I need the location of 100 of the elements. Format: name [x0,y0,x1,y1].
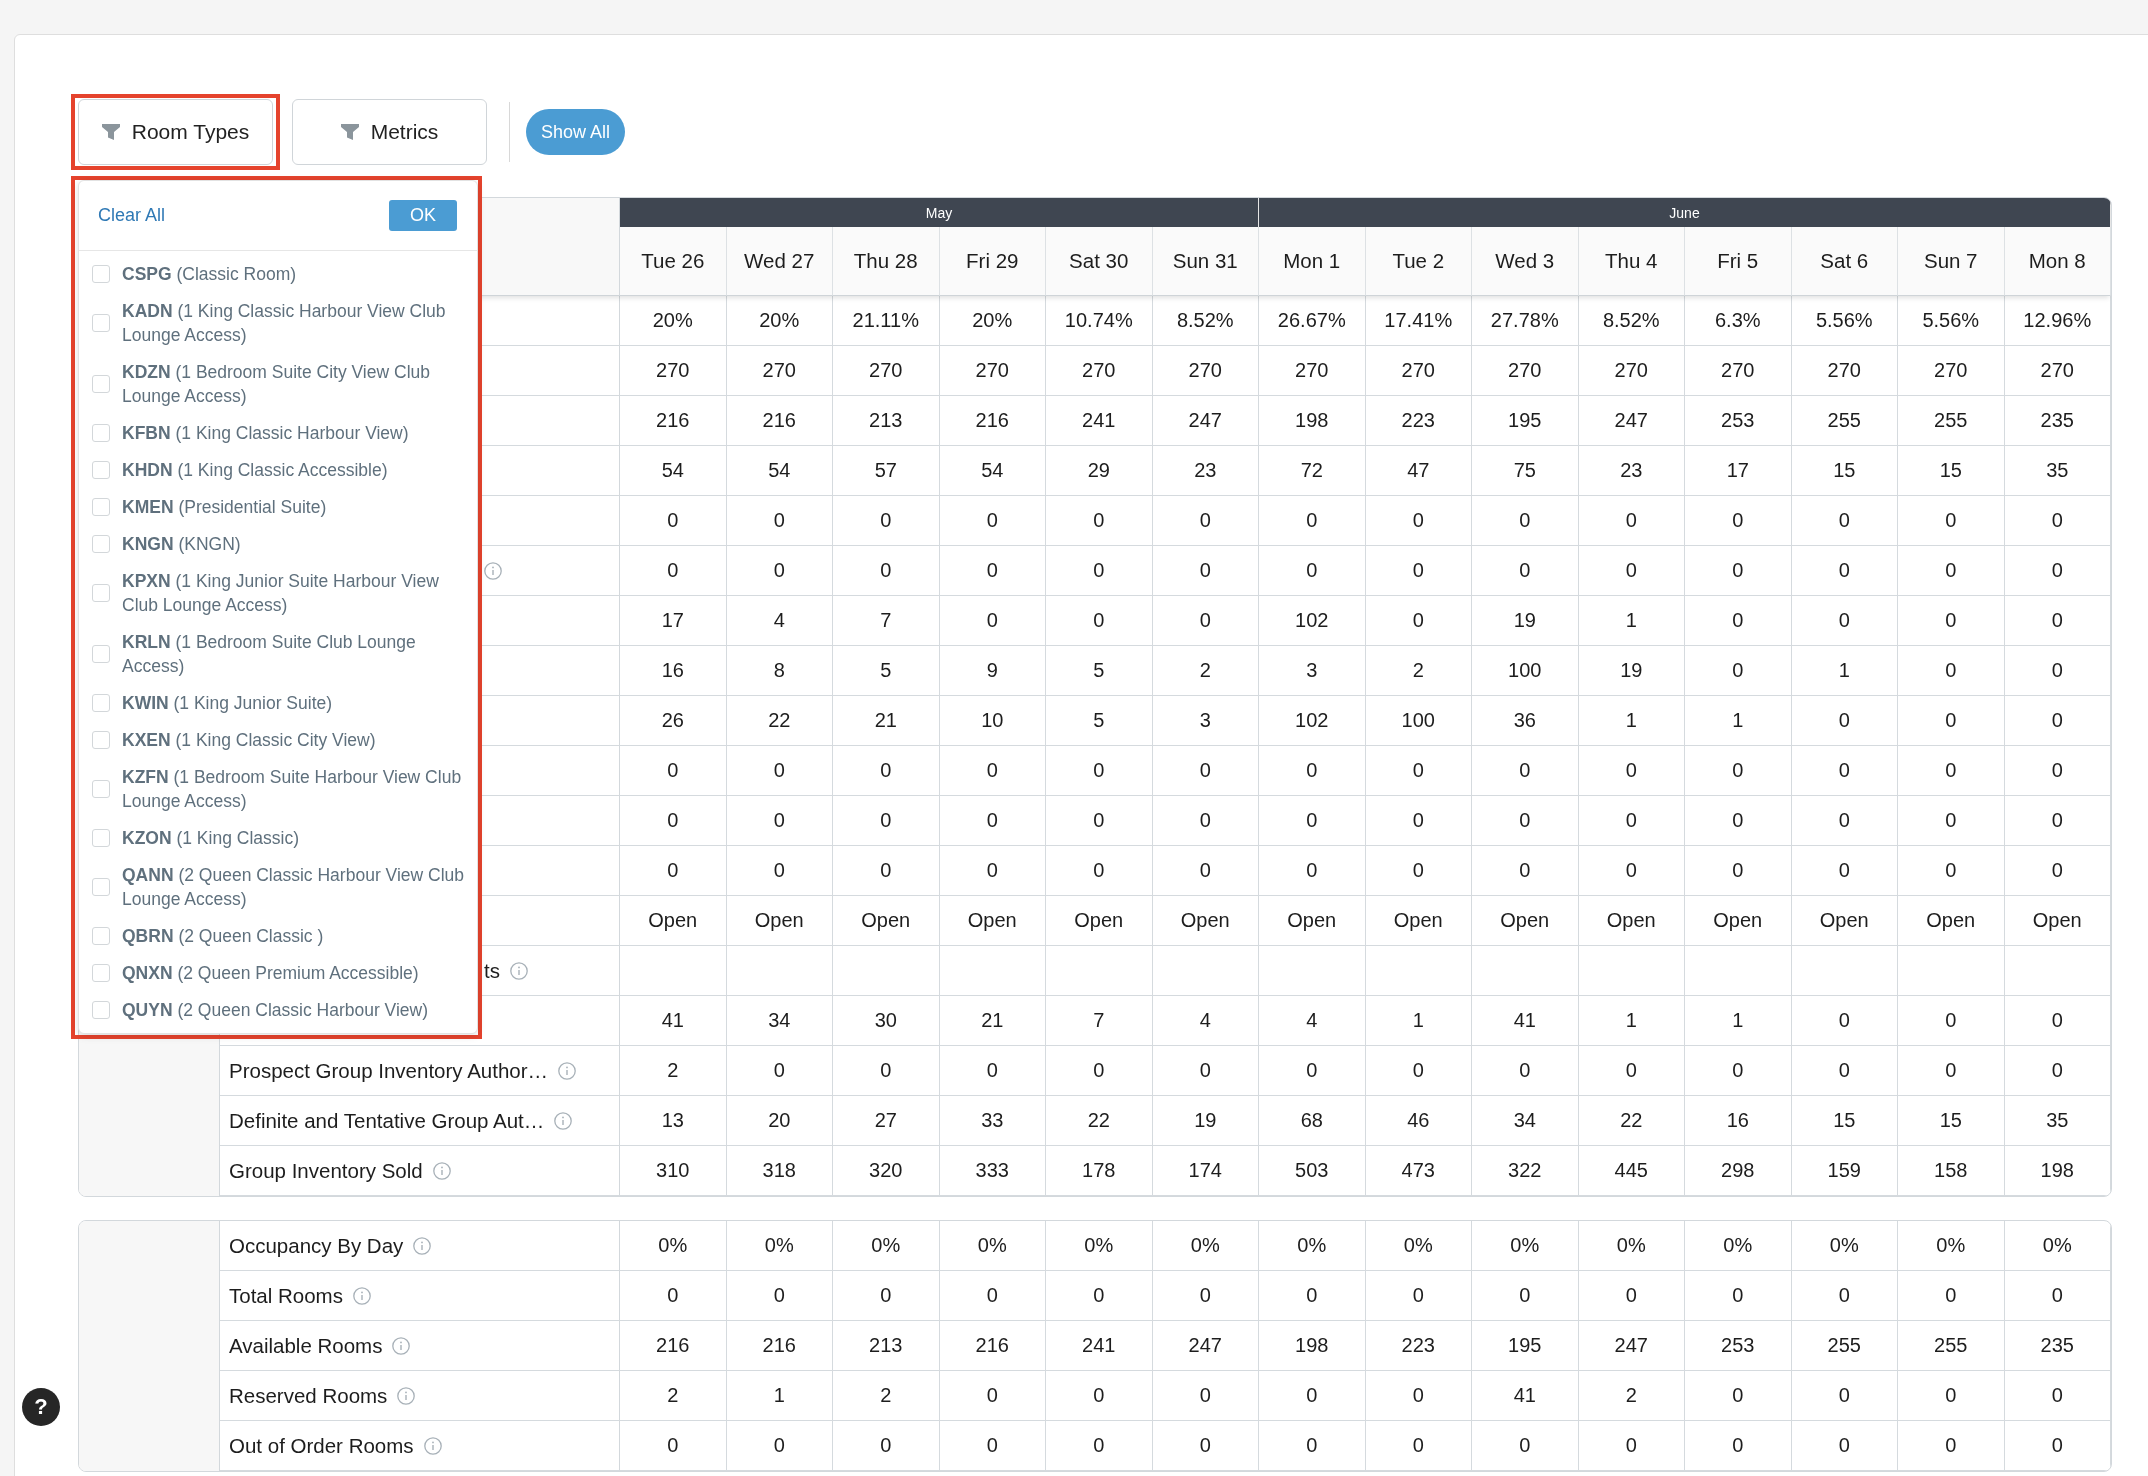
table-cell: 0 [1791,496,1898,546]
info-icon[interactable] [558,1061,577,1080]
table-cell: 22 [1578,1096,1685,1146]
table-cell: 247 [1578,396,1685,446]
table-cell: 10.74% [1046,296,1153,346]
info-icon[interactable] [397,1386,416,1405]
table-cell: 0 [1685,1046,1792,1096]
table-cell: 100 [1365,696,1472,746]
room-type-option[interactable]: KWIN (1 King Junior Suite) [122,690,333,715]
table-cell: 54 [726,446,833,496]
room-type-option[interactable]: QANN (2 Queen Classic Harbour View Club Lounge Access) [122,862,474,911]
table-cell: 0% [1472,1221,1579,1271]
info-icon[interactable] [509,961,528,980]
info-icon[interactable] [432,1161,451,1180]
table-cell: 0 [1791,546,1898,596]
table-cell: 0 [1685,496,1792,546]
table-cell: 0 [620,546,727,596]
table-cell: 0 [1152,746,1259,796]
room-type-option[interactable]: QBRN (2 Queen Classic ) [122,923,324,948]
table-cell: 0% [1578,1221,1685,1271]
checkbox[interactable] [92,693,110,712]
checkbox[interactable] [92,963,110,982]
info-icon[interactable] [392,1336,411,1355]
room-type-option[interactable]: KDZN (1 Bedroom Suite City View Club Lounge Access) [122,359,474,408]
date-header: Tue 26 [620,227,727,296]
table-cell: 223 [1365,396,1472,446]
room-type-option[interactable]: KMEN (Presidential Suite) [122,494,327,519]
table-cell: 0 [1046,596,1153,646]
room-type-option[interactable]: KFBN (1 King Classic Harbour View) [122,420,409,445]
show-all-button[interactable]: Show All [526,109,626,155]
table-cell: 41 [1472,1371,1579,1421]
table-cell: 0% [1898,1221,2005,1271]
table-cell: 195 [1472,396,1579,446]
filter-button[interactable]: Room Types [78,99,273,165]
info-icon[interactable] [352,1286,371,1305]
checkbox[interactable] [92,534,110,553]
room-type-option[interactable]: KADN (1 King Classic Harbour View Club Lounge Access) [122,298,474,347]
room-type-option[interactable]: QUYN (2 Queen Classic Harbour View) [122,997,429,1022]
date-header: Mon 8 [2004,227,2111,296]
table-cell: 0 [939,1371,1046,1421]
row-label: Out of Order Rooms [229,1433,414,1458]
checkbox[interactable] [92,926,110,945]
ok-button[interactable]: OK [389,200,457,231]
checkbox[interactable] [92,583,110,602]
room-type-option[interactable]: KNGN (KNGN) [122,531,241,556]
room-type-option[interactable]: KRLN (1 Bedroom Suite Club Lounge Access) [122,629,474,678]
room-type-option[interactable]: KHDN (1 King Classic Accessible) [122,457,388,482]
room-type-option[interactable]: KPXN (1 King Junior Suite Harbour View Club Lounge Access) [122,568,474,617]
table-cell: 0 [1152,1046,1259,1096]
table-cell: 0 [1472,1421,1579,1471]
room-type-option[interactable]: QNXN (2 Queen Premium Accessible) [122,960,419,985]
filter-button[interactable]: Metrics [292,99,487,165]
table-cell: 1 [726,1371,833,1421]
month-header: May [620,198,1259,227]
checkbox[interactable] [92,374,110,393]
table-cell: 1 [1685,996,1792,1046]
clear-all-link[interactable]: Clear All [98,205,166,226]
table-cell: 102 [1259,696,1366,746]
table-cell: 318 [726,1146,833,1196]
room-type-option[interactable]: KXEN (1 King Classic City View) [122,727,376,752]
info-icon[interactable] [423,1436,442,1455]
info-icon[interactable] [554,1111,573,1130]
checkbox[interactable] [92,423,110,442]
table-cell: 0 [1472,746,1579,796]
table-cell: 255 [1791,1321,1898,1371]
month-header: June [1259,198,2111,227]
info-icon[interactable] [413,1236,432,1255]
table-cell: 0 [1685,746,1792,796]
table-cell: 0 [1046,746,1153,796]
table-cell: 2 [1578,1371,1685,1421]
checkbox[interactable] [92,730,110,749]
info-icon[interactable] [484,561,502,580]
table-cell: 0% [939,1221,1046,1271]
checkbox[interactable] [92,644,110,663]
checkbox[interactable] [92,497,110,516]
table-cell: 57 [833,446,940,496]
table-cell: 35 [2004,446,2111,496]
room-type-option[interactable]: CSPG (Classic Room) [122,261,297,286]
checkbox[interactable] [92,779,110,798]
table-cell: 0 [2004,796,2111,846]
checkbox[interactable] [92,313,110,332]
checkbox[interactable] [92,264,110,283]
table-cell: 0% [2004,1221,2111,1271]
checkbox[interactable] [92,877,110,896]
table-cell: 0 [1898,1421,2005,1471]
checkbox[interactable] [92,1000,110,1019]
table-cell: 20 [726,1096,833,1146]
date-header: Sun 7 [1898,227,2005,296]
table-cell: 0 [1259,1421,1366,1471]
room-type-option[interactable]: KZFN (1 Bedroom Suite Harbour View Club Lounge Access) [122,764,474,813]
table-cell: 27.78% [1472,296,1579,346]
table-cell: 241 [1046,396,1153,446]
table-cell: 445 [1578,1146,1685,1196]
checkbox[interactable] [92,828,110,847]
checkbox[interactable] [92,460,110,479]
table-cell: 0 [1046,796,1153,846]
room-type-option[interactable]: KZON (1 King Classic) [122,825,299,850]
table-cell: 0 [620,1421,727,1471]
table-cell: 22 [726,696,833,746]
table-cell: 1 [1791,646,1898,696]
